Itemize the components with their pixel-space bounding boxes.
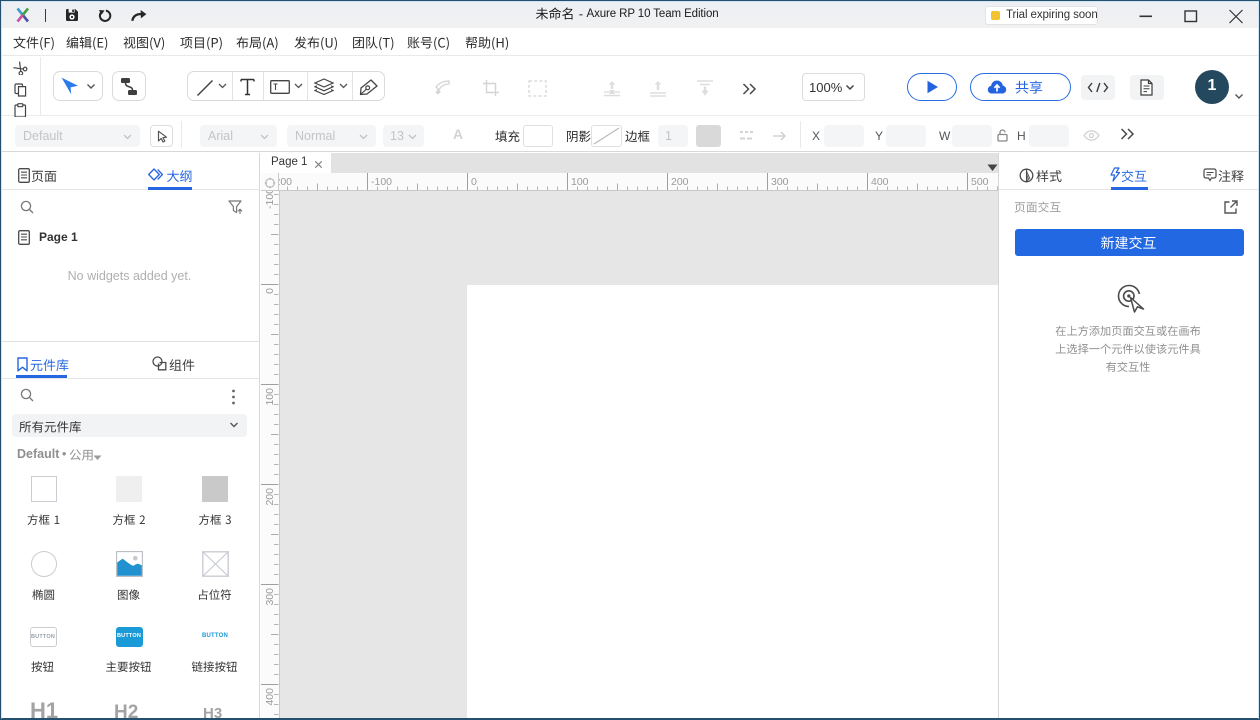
svg-text:200: 200: [264, 488, 276, 506]
svg-text:100: 100: [571, 176, 589, 188]
svg-text:0: 0: [471, 176, 477, 188]
svg-text:300: 300: [771, 176, 789, 188]
svg-text:300: 300: [264, 588, 276, 606]
svg-text:400: 400: [871, 176, 889, 188]
svg-text:0: 0: [264, 288, 276, 294]
svg-text:200: 200: [671, 176, 689, 188]
svg-text:400: 400: [264, 688, 276, 706]
svg-text:-100: -100: [264, 191, 276, 209]
svg-text:500: 500: [971, 176, 989, 188]
svg-text:-100: -100: [371, 176, 392, 188]
svg-text:100: 100: [264, 388, 276, 406]
